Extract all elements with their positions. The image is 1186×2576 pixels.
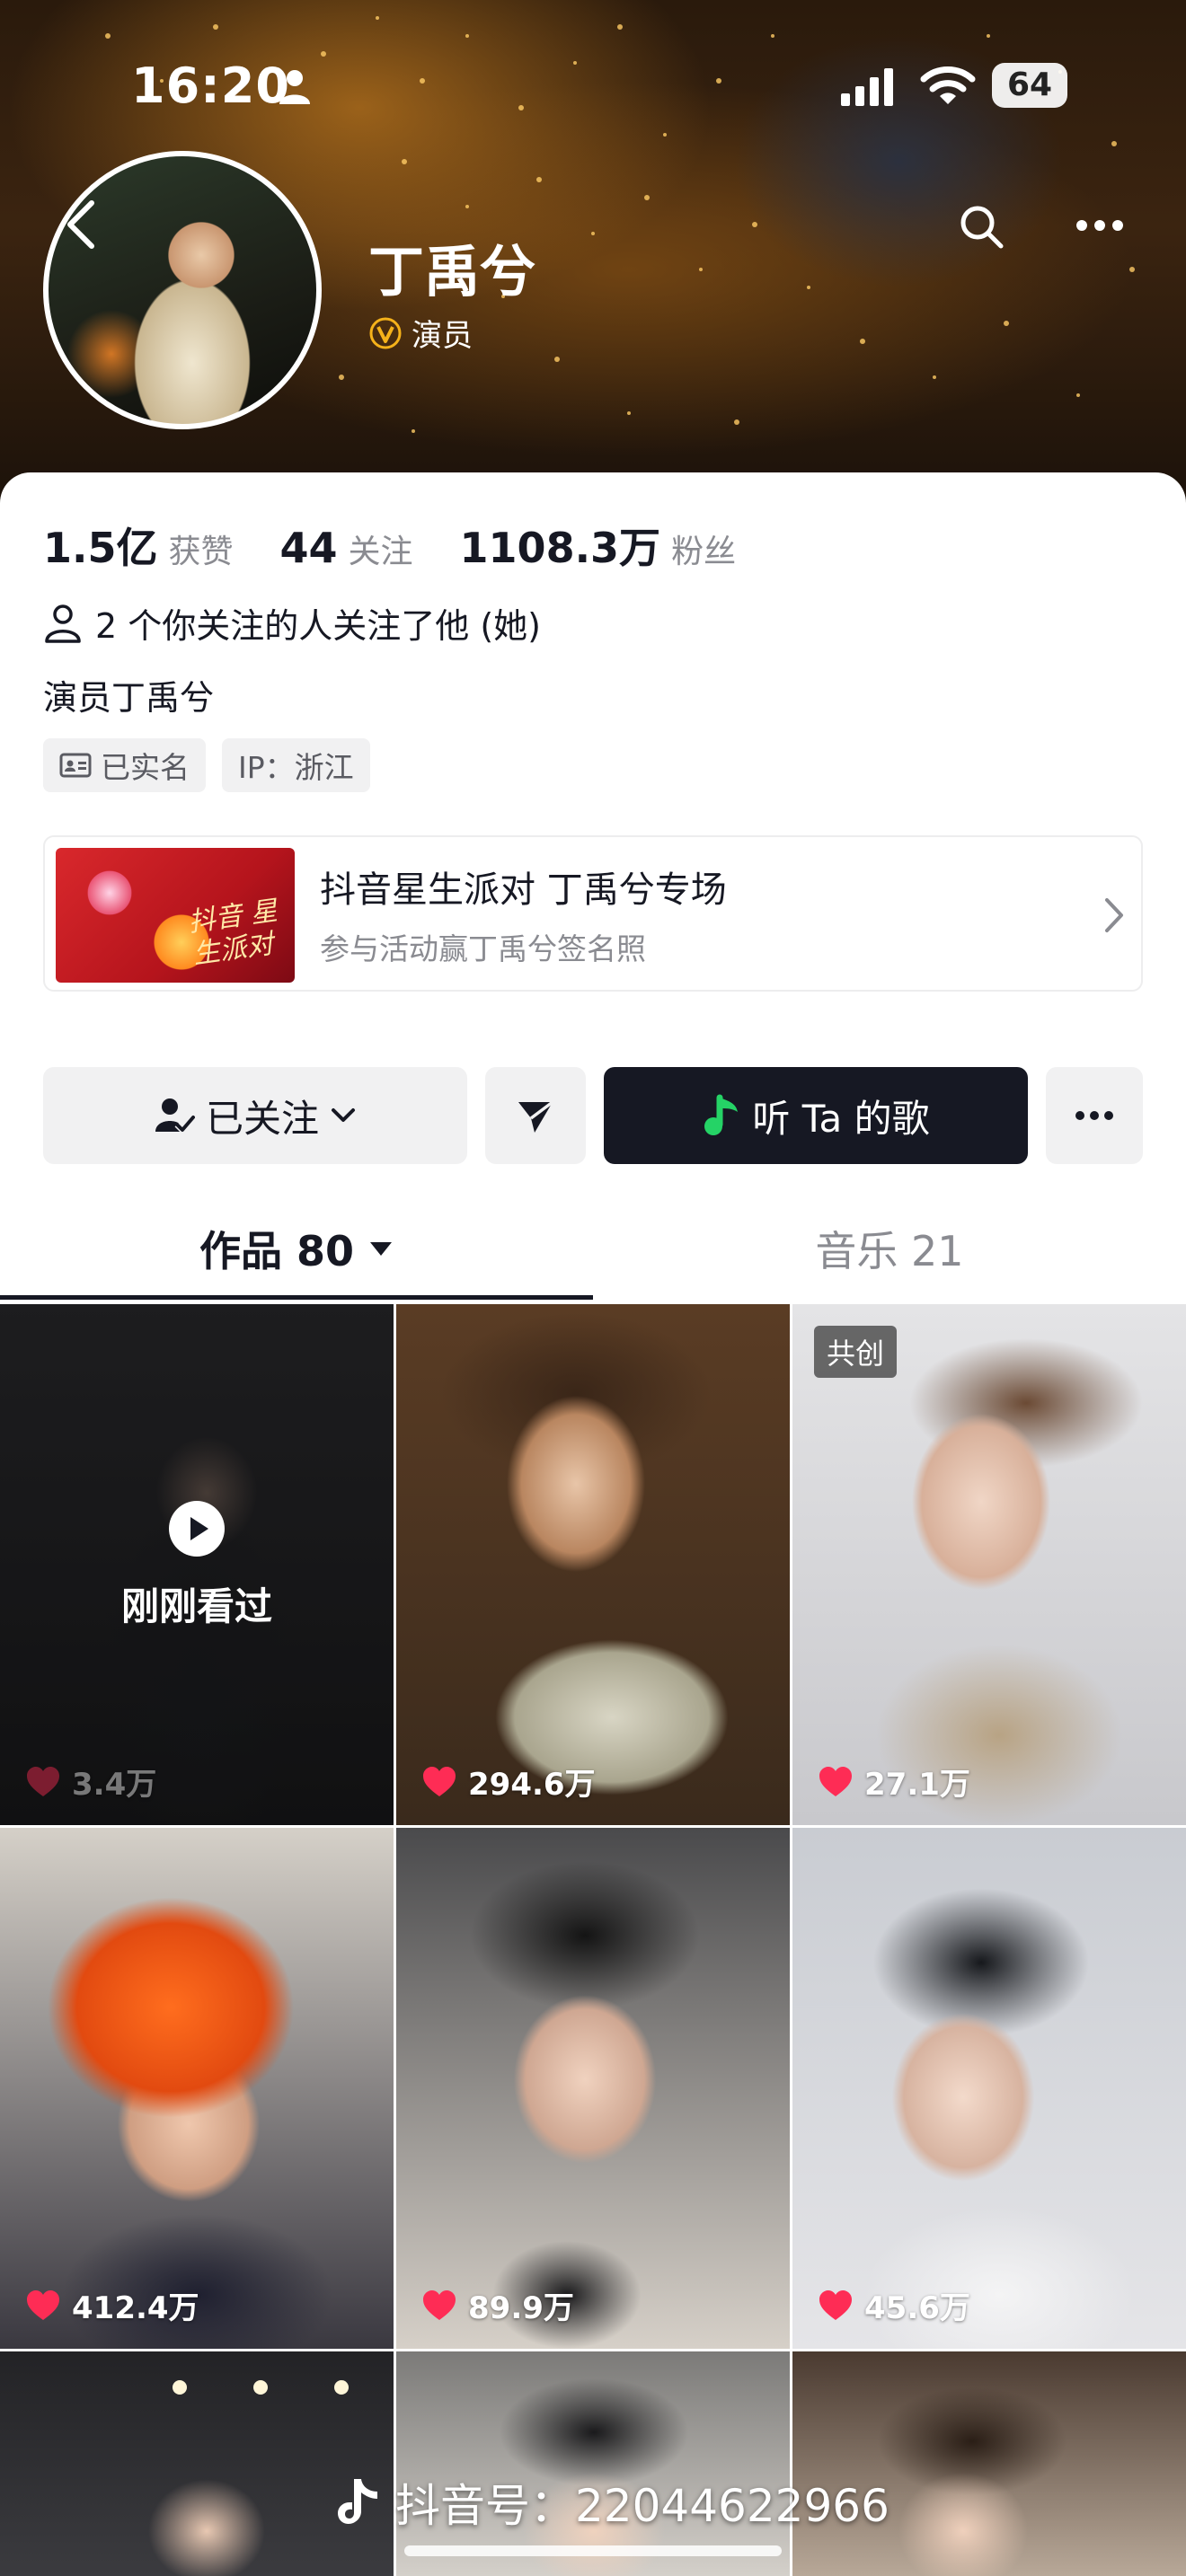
promo-thumb-text: 抖音 星生派对 xyxy=(186,895,280,971)
chevron-right-icon xyxy=(1105,898,1123,932)
mutual-followers-text: 2 个你关注的人关注了他 (她) xyxy=(95,606,541,646)
promo-card[interactable]: 抖音 星生派对 抖音星生派对 丁禹兮专场 参与活动赢丁禹兮签名照 xyxy=(43,835,1143,992)
video-tile[interactable] xyxy=(792,2351,1186,2576)
heart-icon xyxy=(819,1766,852,1796)
stat-following[interactable]: 44 关注 xyxy=(280,524,413,572)
video-grid: 刚刚看过 3.4万 294.6万 共创 27.1万 412.4万 89.9万 4… xyxy=(0,1304,1186,2576)
heart-icon xyxy=(423,1766,456,1796)
video-likes-count: 294.6万 xyxy=(468,1767,596,1803)
tag-label: IP：浙江 xyxy=(238,750,354,785)
status-time: 16:20 xyxy=(131,57,290,114)
following-button[interactable]: 已关注 xyxy=(43,1067,467,1164)
video-likes: 294.6万 xyxy=(421,1760,596,1804)
tag-ip-location: IP：浙江 xyxy=(222,738,370,792)
verified-label: 演员 xyxy=(412,318,473,354)
recently-watched-label: 刚刚看过 xyxy=(120,1584,272,1628)
stage-lights xyxy=(173,2380,349,2395)
video-likes: 3.4万 xyxy=(25,1760,156,1804)
heart-icon xyxy=(27,1766,59,1796)
profile-stats: 1.5亿 获赞 44 关注 1108.3万 粉丝 xyxy=(43,516,783,575)
video-tile[interactable] xyxy=(396,2351,790,2576)
search-icon[interactable] xyxy=(958,203,1005,250)
battery-indicator: 64 xyxy=(992,63,1067,108)
mutual-followers[interactable]: 2 个你关注的人关注了他 (她) xyxy=(43,598,541,648)
tab-active-underline xyxy=(0,1295,593,1300)
heart-icon xyxy=(423,2289,456,2320)
send-icon xyxy=(518,1100,554,1133)
video-likes-count: 45.6万 xyxy=(864,2290,970,2326)
video-likes-count: 27.1万 xyxy=(864,1767,970,1803)
stat-label: 粉丝 xyxy=(671,534,737,570)
music-note-icon xyxy=(704,1094,739,1135)
avatar[interactable] xyxy=(43,151,322,429)
play-icon xyxy=(169,1500,225,1557)
stat-value: 1108.3万 xyxy=(459,524,661,572)
tab-music[interactable]: 音乐 21 xyxy=(593,1204,1186,1293)
video-tile[interactable] xyxy=(0,2351,394,2576)
video-likes: 27.1万 xyxy=(818,1760,970,1804)
recently-watched-overlay: 刚刚看过 xyxy=(0,1304,394,1825)
heart-icon xyxy=(27,2289,59,2320)
douyin-id-text: 抖音号：22044622966 xyxy=(395,2480,890,2532)
video-likes: 412.4万 xyxy=(25,2283,199,2327)
following-label: 已关注 xyxy=(205,1096,319,1141)
profile-tags: 已实名 IP：浙江 xyxy=(43,738,370,792)
co-creation-badge: 共创 xyxy=(814,1326,898,1378)
user-outline-icon xyxy=(45,604,81,643)
tag-real-name[interactable]: 已实名 xyxy=(43,738,206,792)
tiktok-logo-icon xyxy=(338,2479,377,2524)
tab-music-label: 音乐 21 xyxy=(815,1227,964,1275)
more-options-icon[interactable] xyxy=(1075,212,1125,239)
douyin-id-watermark: 抖音号：22044622966 xyxy=(334,2470,890,2535)
video-tile[interactable]: 89.9万 xyxy=(396,1828,790,2349)
video-likes-count: 3.4万 xyxy=(72,1767,157,1803)
video-tile[interactable]: 294.6万 xyxy=(396,1304,790,1825)
listen-music-button[interactable]: 听 Ta 的歌 xyxy=(604,1067,1028,1164)
video-likes: 45.6万 xyxy=(818,2283,970,2327)
video-tile[interactable]: 412.4万 xyxy=(0,1828,394,2349)
content-tabs: 作品 80 音乐 21 xyxy=(0,1204,1186,1302)
tab-works[interactable]: 作品 80 xyxy=(0,1204,593,1293)
profile-name: 丁禹兮 xyxy=(368,239,536,304)
video-likes: 89.9万 xyxy=(421,2283,574,2327)
stat-label: 获赞 xyxy=(168,534,234,570)
stat-value: 1.5亿 xyxy=(43,524,158,572)
video-tile[interactable]: 刚刚看过 3.4万 xyxy=(0,1304,394,1825)
followed-user-icon xyxy=(155,1098,195,1135)
back-icon[interactable] xyxy=(63,198,99,251)
heart-icon xyxy=(819,2289,852,2320)
home-indicator[interactable] xyxy=(404,2545,782,2556)
status-bar: 16:20 64 xyxy=(0,54,1186,117)
more-dots-icon xyxy=(1075,1111,1113,1120)
verified-badge: 演员 xyxy=(368,311,473,355)
chevron-down-icon xyxy=(332,1108,355,1122)
verified-icon xyxy=(369,317,402,348)
tag-label: 已实名 xyxy=(101,750,190,785)
profile-bio: 演员丁禹兮 xyxy=(43,678,215,718)
id-card-icon xyxy=(59,753,92,778)
stat-label: 关注 xyxy=(348,534,413,570)
tab-works-label: 作品 80 xyxy=(199,1227,355,1275)
promo-subtitle: 参与活动赢丁禹兮签名照 xyxy=(320,931,646,966)
caret-down-icon xyxy=(370,1242,393,1256)
video-likes-count: 412.4万 xyxy=(72,2290,199,2326)
stat-value: 44 xyxy=(279,524,338,572)
action-buttons: 已关注 听 Ta 的歌 xyxy=(43,1067,1143,1164)
stat-followers[interactable]: 1108.3万 粉丝 xyxy=(460,516,737,575)
more-actions-button[interactable] xyxy=(1046,1067,1143,1164)
profile-banner: 16:20 64 丁禹兮 演员 xyxy=(0,0,1186,503)
stat-likes: 1.5亿 获赞 xyxy=(43,516,234,575)
wifi-icon xyxy=(920,66,976,104)
video-likes-count: 89.9万 xyxy=(468,2290,574,2326)
promo-title: 抖音星生派对 丁禹兮专场 xyxy=(320,869,727,911)
video-tile[interactable]: 共创 27.1万 xyxy=(792,1304,1186,1825)
person-icon xyxy=(279,70,310,104)
promo-thumbnail: 抖音 星生派对 xyxy=(56,848,295,983)
signal-icon xyxy=(841,68,893,106)
video-tile[interactable]: 45.6万 xyxy=(792,1828,1186,2349)
listen-music-label: 听 Ta 的歌 xyxy=(752,1096,930,1141)
message-button[interactable] xyxy=(485,1067,586,1164)
